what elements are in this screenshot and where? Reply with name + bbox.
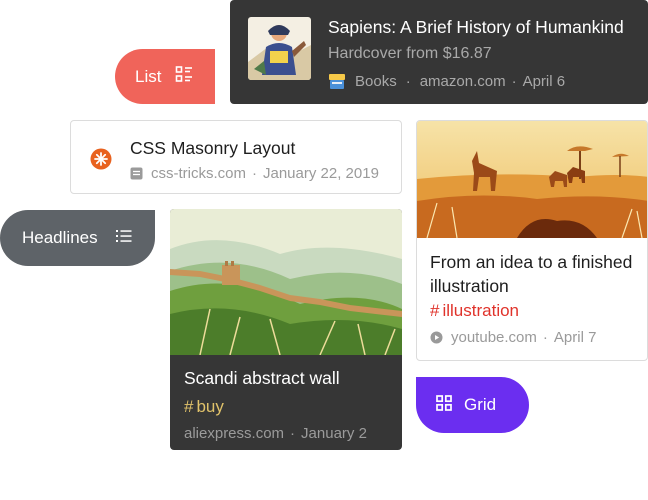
card-date: April 6 (522, 72, 566, 90)
bookmark-card-css-masonry[interactable]: CSS Masonry Layout css-tricks.com · Janu… (70, 120, 402, 194)
view-headlines-label: Headlines (22, 228, 98, 247)
hash-symbol: # (184, 397, 194, 416)
card-subtitle: Hardcover from $16.87 (328, 45, 492, 62)
view-grid-button[interactable]: Grid (416, 377, 529, 433)
css-tricks-favicon (90, 148, 112, 170)
separator-dot: · (252, 165, 257, 182)
separator-dot: · (542, 329, 548, 346)
separator-dot: · (511, 72, 517, 90)
card-title[interactable]: Scandi abstract wall (184, 368, 394, 389)
card-date: April 7 (553, 329, 597, 346)
card-cover-image (417, 121, 647, 239)
separator-dot: · (290, 425, 296, 442)
card-cover-image (170, 209, 402, 356)
card-title[interactable]: CSS Masonry Layout (130, 138, 393, 159)
view-grid-label: Grid (464, 395, 497, 414)
bookmark-card-illustration[interactable]: From an idea to a finished illustration … (416, 120, 648, 361)
view-headlines-button[interactable]: Headlines (0, 210, 155, 266)
view-list-label: List (135, 66, 162, 86)
tag-buy[interactable]: # buy (184, 397, 394, 417)
hash-symbol: # (430, 301, 440, 320)
card-date: January 22, 2019 (263, 165, 379, 182)
book-cover-thumbnail (248, 17, 311, 80)
view-list-button[interactable]: List (115, 49, 215, 104)
grid-view-icon (436, 394, 452, 416)
card-date: January 2 (301, 425, 367, 442)
bookmark-card-sapiens[interactable]: Sapiens: A Brief History of Humankind Ha… (230, 0, 648, 104)
card-title[interactable]: From an idea to a finished illustration (430, 250, 645, 298)
tag-label: illustration (442, 301, 520, 320)
list-view-icon (175, 65, 193, 88)
card-domain: css-tricks.com (151, 165, 246, 182)
card-domain: aliexpress.com (184, 425, 285, 442)
card-domain: amazon.com (419, 72, 506, 90)
collection-name[interactable]: Books (355, 73, 397, 90)
separator-dot: · (405, 72, 411, 90)
tag-illustration[interactable]: # illustration (430, 301, 639, 321)
headlines-view-icon (115, 228, 132, 248)
bookmark-card-scandi[interactable]: Scandi abstract wall # buy aliexpress.com… (170, 209, 402, 450)
article-icon (130, 167, 143, 180)
youtube-play-icon (430, 331, 443, 344)
tag-label: buy (196, 397, 224, 416)
card-domain: youtube.com (451, 329, 537, 346)
books-collection-icon (328, 72, 346, 90)
card-title[interactable]: Sapiens: A Brief History of Humankind (328, 17, 638, 38)
